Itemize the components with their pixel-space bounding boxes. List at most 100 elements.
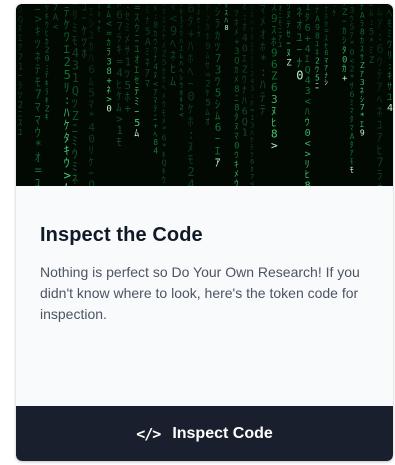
svg-text:ﾑ: ﾑ xyxy=(134,129,139,140)
svg-text:ﾇ: ﾇ xyxy=(18,25,23,35)
svg-text:ｶ: ｶ xyxy=(205,22,210,33)
svg-text:ﾇ: ﾇ xyxy=(234,123,239,133)
svg-text:<: < xyxy=(305,138,311,149)
svg-text:4: 4 xyxy=(305,44,311,55)
svg-text:ﾀ: ﾀ xyxy=(342,45,347,56)
svg-text:ﾇ: ﾇ xyxy=(286,49,291,59)
inspect-code-card: ﾗｳQﾇｴｱ71ｰﾗﾂ2ﾆｽﾕｷｱﾆ>ｷﾂﾈﾃﾓ7ﾏﾏｳ*ｵ=ﾕﾅﾂｷｳﾋｶ20… xyxy=(16,4,393,461)
svg-text:ﾃ: ﾃ xyxy=(205,4,210,14)
inspect-code-button[interactable]: </> Inspect Code xyxy=(16,406,393,461)
svg-text:ﾐ: ﾐ xyxy=(387,30,392,41)
svg-text:Q: Q xyxy=(88,179,95,186)
svg-text:ﾓ: ﾓ xyxy=(350,166,354,175)
svg-text:<: < xyxy=(179,111,183,119)
svg-text:ﾘ: ﾘ xyxy=(387,51,392,62)
svg-text:ﾋ: ﾋ xyxy=(305,169,310,181)
svg-text:3: 3 xyxy=(106,57,111,67)
svg-text:4: 4 xyxy=(242,33,248,44)
svg-text:ﾊ: ﾊ xyxy=(305,107,310,118)
svg-text:ﾕ: ﾕ xyxy=(35,176,41,186)
svg-text:ｴ: ｴ xyxy=(305,54,310,65)
svg-text:<: < xyxy=(53,23,59,33)
svg-text:4: 4 xyxy=(305,75,311,86)
svg-text:ﾗ: ﾗ xyxy=(106,47,111,58)
svg-text:3: 3 xyxy=(234,47,239,57)
svg-text:ｵ: ｵ xyxy=(205,117,210,128)
svg-text:2: 2 xyxy=(18,100,23,110)
matrix-code-image: ﾗｳQﾇｴｱ71ｰﾗﾂ2ﾆｽﾕｷｱﾆ>ｷﾂﾈﾃﾓ7ﾏﾏｳ*ｵ=ﾕﾅﾂｷｳﾋｶ20… xyxy=(16,4,393,186)
svg-text:4: 4 xyxy=(153,147,158,156)
svg-text:ｻ: ｻ xyxy=(387,81,392,93)
svg-text:2: 2 xyxy=(205,80,210,90)
svg-text:ﾈ: ﾈ xyxy=(145,57,150,69)
svg-text:5: 5 xyxy=(145,27,151,38)
svg-text:ｳ: ｳ xyxy=(134,23,139,35)
svg-text:ｳ: ｳ xyxy=(234,150,239,161)
svg-text:ｳ: ｳ xyxy=(234,178,239,186)
svg-text:ｷ: ｷ xyxy=(234,160,239,170)
svg-text:ﾐ: ﾐ xyxy=(145,48,150,59)
svg-text:ｶ: ｶ xyxy=(234,65,239,76)
svg-text:ﾅ: ﾅ xyxy=(242,85,247,97)
svg-text:ｾ: ｾ xyxy=(134,75,139,87)
svg-text:ﾑ: ﾑ xyxy=(170,74,176,88)
svg-text:Z: Z xyxy=(342,8,348,18)
svg-text:ﾏ: ﾏ xyxy=(145,79,150,90)
svg-text:ﾍ: ﾍ xyxy=(387,9,392,20)
svg-text:6: 6 xyxy=(305,23,311,34)
svg-text:ｼ: ｼ xyxy=(324,79,328,87)
svg-text::: : xyxy=(242,12,248,23)
svg-text:6: 6 xyxy=(242,107,248,118)
svg-text:ﾗ: ﾗ xyxy=(18,80,23,91)
svg-text:Q: Q xyxy=(305,65,311,76)
svg-text:ﾕ: ﾕ xyxy=(387,93,392,104)
svg-text:4: 4 xyxy=(188,178,195,186)
svg-text:ﾂ: ﾂ xyxy=(234,9,239,19)
svg-text:+: + xyxy=(342,74,348,84)
svg-text:ﾒ: ﾒ xyxy=(234,28,239,38)
svg-text:ｳ: ｳ xyxy=(305,116,310,128)
svg-text:ﾈ: ﾈ xyxy=(72,172,78,186)
svg-text:ﾇ: ﾇ xyxy=(286,11,291,21)
svg-text:5: 5 xyxy=(205,99,210,109)
svg-text:ｵ: ｵ xyxy=(134,54,139,66)
svg-text:Z: Z xyxy=(242,65,248,76)
svg-text:ﾓ: ﾓ xyxy=(116,136,122,149)
svg-text:8: 8 xyxy=(234,104,239,114)
svg-text:5: 5 xyxy=(134,118,140,129)
svg-text:ﾎ: ﾎ xyxy=(205,32,210,43)
svg-text:Q: Q xyxy=(242,117,248,128)
svg-text:8: 8 xyxy=(234,85,239,95)
svg-text:ｵ: ｵ xyxy=(242,22,247,34)
svg-text:0: 0 xyxy=(305,128,311,139)
svg-text:ｳ: ｳ xyxy=(242,74,247,86)
card-body: Inspect the Code Nothing is perfect so D… xyxy=(16,186,393,406)
svg-text:ｹ: ｹ xyxy=(205,88,210,99)
inspect-code-label: Inspect Code xyxy=(172,424,273,442)
code-icon: </> xyxy=(136,424,161,443)
svg-text:ﾘ: ﾘ xyxy=(305,159,310,170)
svg-text:0: 0 xyxy=(242,44,248,55)
svg-text:<: < xyxy=(106,20,112,30)
svg-text:ｷ: ｷ xyxy=(45,113,49,122)
svg-text:8: 8 xyxy=(224,24,228,32)
svg-text:ﾐ: ﾐ xyxy=(145,6,150,17)
card-title: Inspect the Code xyxy=(40,224,203,246)
svg-text:0: 0 xyxy=(106,105,111,115)
svg-text:ﾕ: ﾕ xyxy=(278,41,282,49)
svg-text:ｽ: ｽ xyxy=(18,119,23,129)
svg-text:ｳ: ｳ xyxy=(162,176,166,185)
svg-text:A: A xyxy=(145,37,151,48)
svg-text:ﾕ: ﾕ xyxy=(134,45,139,56)
svg-text::: : xyxy=(387,61,393,72)
svg-text:4: 4 xyxy=(387,103,393,114)
svg-text:5: 5 xyxy=(369,28,374,38)
svg-text:ｶ: ｶ xyxy=(106,38,111,49)
svg-text:9: 9 xyxy=(360,128,365,137)
svg-text:ｳ: ｳ xyxy=(197,31,201,39)
svg-text:ﾎ: ﾎ xyxy=(82,47,88,60)
svg-text:ﾀ: ﾀ xyxy=(234,112,239,123)
svg-text:ﾎ: ﾎ xyxy=(234,18,239,29)
svg-text:ﾊ: ﾊ xyxy=(242,96,247,107)
svg-text:<: < xyxy=(305,96,311,107)
